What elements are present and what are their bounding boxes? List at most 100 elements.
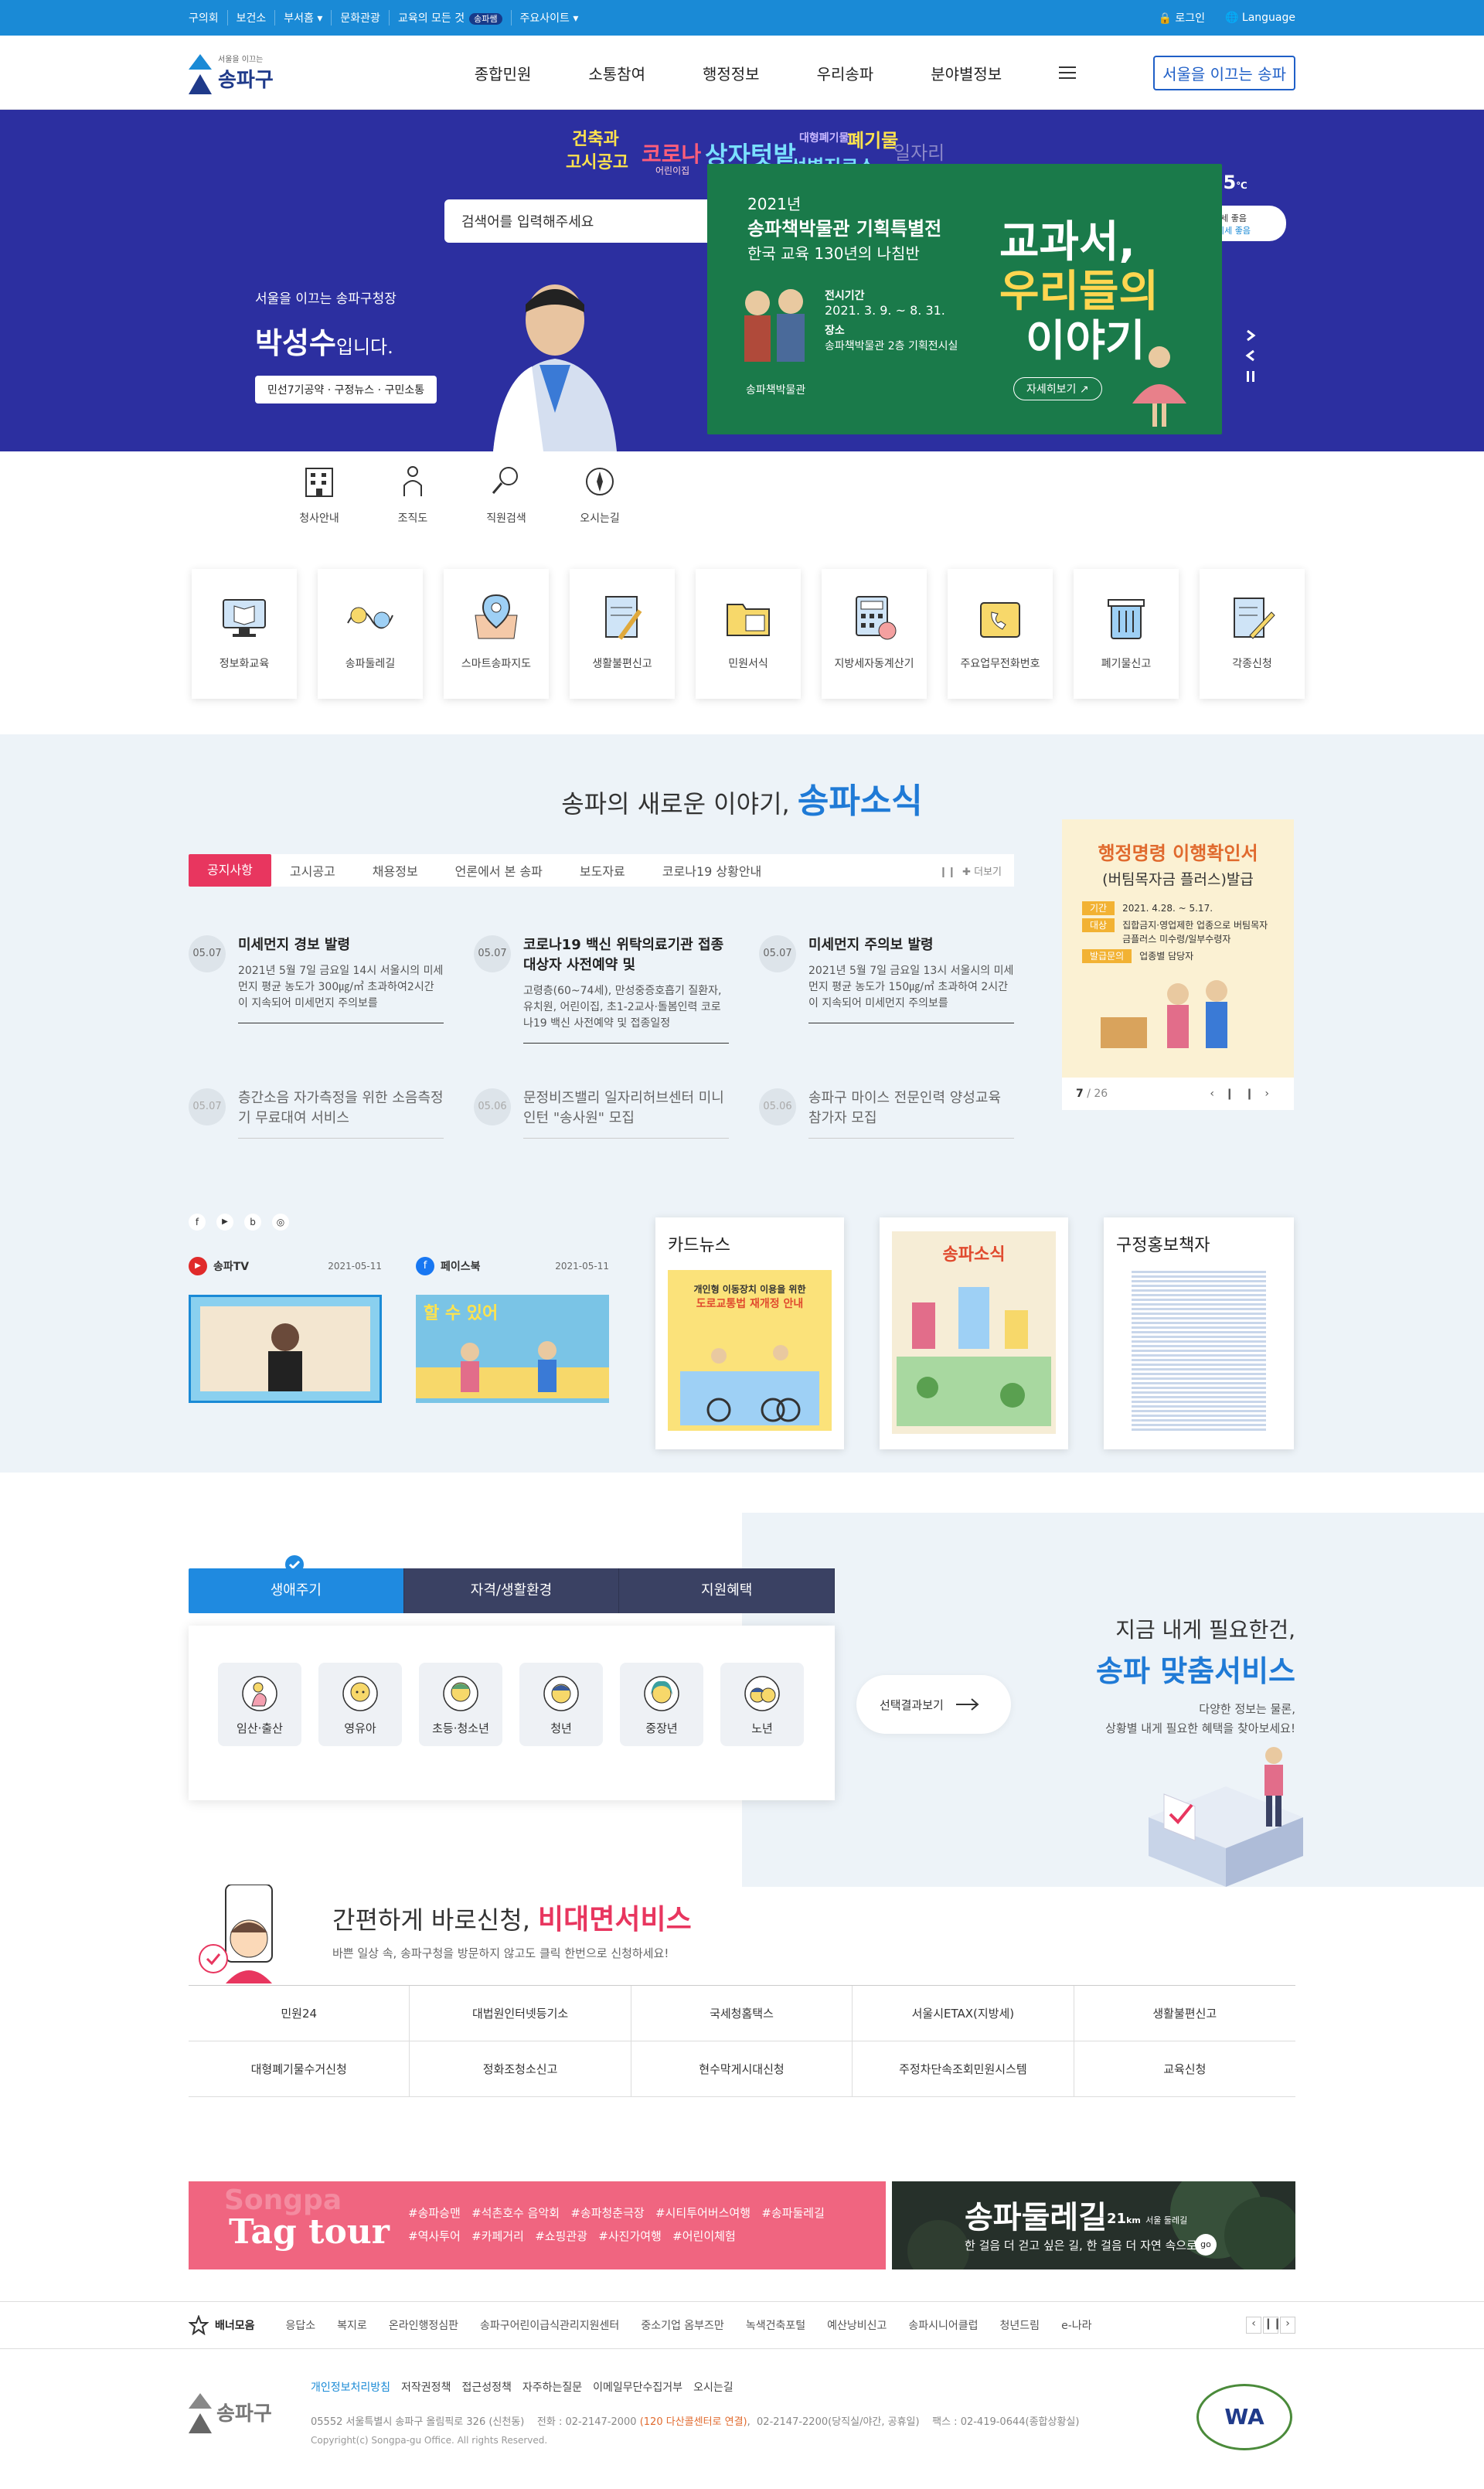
tag-item[interactable]: #석촌호수 음악회	[471, 2206, 560, 2220]
contactless-item[interactable]: 생활불편신고	[1074, 1986, 1295, 2041]
util-link-sites[interactable]: 주요사이트 ▾	[510, 10, 587, 26]
tab-press[interactable]: 언론에서 본 송파	[437, 861, 561, 880]
promo-pager-controls[interactable]: ‹❙❙›	[1210, 1088, 1280, 1100]
contactless-item[interactable]: 주정차단속조회민원시스템	[853, 2041, 1074, 2097]
tag-item[interactable]: #카페거리	[471, 2229, 524, 2243]
nav-item-songpa[interactable]: 우리송파	[817, 62, 874, 84]
banner-link[interactable]: 녹색건축포털	[746, 2317, 805, 2333]
mayor-link-news[interactable]: 구정뉴스	[335, 384, 375, 397]
keyword-2[interactable]: 고시공고	[566, 148, 628, 173]
nav-item-admin[interactable]: 행정정보	[703, 62, 760, 84]
dulle-go-button[interactable]: go	[1195, 2234, 1217, 2256]
site-logo[interactable]: 서울을 이끄는 송파구	[189, 51, 274, 94]
banner-link[interactable]: 중소기업 옴부즈만	[641, 2317, 724, 2333]
keyword-9[interactable]: 일자리	[893, 138, 945, 165]
news-item[interactable]: 05.07 층간소음 자가측정을 위한 소음측정기 무료대여 서비스	[189, 1088, 444, 1139]
util-link-culture[interactable]: 문화관광	[331, 10, 389, 26]
banner-link[interactable]: 온라인행정심판	[389, 2317, 458, 2333]
banner-link[interactable]: 예산낭비신고	[827, 2317, 887, 2333]
tag-item[interactable]: #어린이체험	[672, 2229, 736, 2243]
banner-link[interactable]: 복지로	[337, 2317, 367, 2333]
life-senior[interactable]: 노년	[720, 1663, 804, 1746]
footer-link[interactable]: 오시는길	[693, 2379, 733, 2395]
nav-item-field[interactable]: 분야별정보	[931, 62, 1002, 84]
footer-link-privacy[interactable]: 개인정보처리방침	[311, 2379, 390, 2395]
youtube-icon[interactable]: ▶	[216, 1214, 233, 1231]
contactless-item[interactable]: 정화조청소신고	[410, 2041, 631, 2097]
svc-complaint[interactable]: 생활불편신고	[570, 569, 675, 699]
svc-waste[interactable]: 폐기물신고	[1074, 569, 1179, 699]
login-link[interactable]: 🔒 로그인	[1158, 10, 1205, 26]
promo-book[interactable]: 구정홍보책자	[1104, 1217, 1294, 1449]
tab-public[interactable]: 고시공고	[271, 861, 354, 880]
svc-it-edu[interactable]: 정보화교육	[192, 569, 297, 699]
contactless-item[interactable]: 국세청홈택스	[631, 1986, 853, 2041]
tag-item[interactable]: #송파둘레길	[761, 2206, 825, 2220]
footer-link[interactable]: 이메일무단수집거부	[593, 2379, 682, 2395]
banner-next-button[interactable]: ›	[1280, 2317, 1295, 2334]
svc-apply[interactable]: 각종신청	[1200, 569, 1305, 699]
language-link[interactable]: 🌐 Language	[1225, 12, 1295, 24]
tab-covid[interactable]: 코로나19 상황안내	[644, 861, 781, 880]
tab-jobs[interactable]: 채용정보	[354, 861, 437, 880]
news-item[interactable]: 05.07 미세먼지 경보 발령 2021년 5월 7일 금요일 14시 서울시…	[189, 935, 444, 1023]
footer-link[interactable]: 자주하는질문	[522, 2379, 582, 2395]
quick-directions[interactable]: 오시는길	[561, 464, 638, 526]
tag-item[interactable]: #송파청춘극장	[570, 2206, 644, 2220]
contactless-item[interactable]: 대법원인터넷등기소	[410, 1986, 631, 2041]
tab-release[interactable]: 보도자료	[561, 861, 644, 880]
nav-item-participation[interactable]: 소통참여	[588, 62, 645, 84]
banner-prev-button[interactable]: ‹	[1246, 2317, 1261, 2334]
tag-item[interactable]: #사진가여행	[598, 2229, 662, 2243]
life-young-adult[interactable]: 청년	[519, 1663, 603, 1746]
mayor-link-pledge[interactable]: 민선7기공약	[267, 384, 324, 397]
life-middle-age[interactable]: 중장년	[620, 1663, 703, 1746]
quick-org[interactable]: 조직도	[374, 464, 451, 526]
blog-icon[interactable]: b	[244, 1214, 261, 1231]
tab-qualification[interactable]: 자격/생활환경	[403, 1568, 620, 1613]
life-youth[interactable]: 초등·청소년	[419, 1663, 502, 1746]
dulle-banner[interactable]: 송파둘레길 21km 서울 둘레길 한 걸음 더 걷고 싶은 길, 한 걸음 더…	[892, 2181, 1295, 2269]
util-link-edu[interactable]: 교육의 모든 것 송파쌤	[388, 10, 511, 26]
menu-icon[interactable]	[1059, 66, 1077, 80]
banner-pause-button[interactable]: ❙❙	[1263, 2317, 1281, 2334]
quick-staff[interactable]: 직원검색	[468, 464, 545, 526]
svc-dulle[interactable]: 송파둘레길	[318, 569, 423, 699]
util-link-dept[interactable]: 부서홈 ▾	[274, 10, 331, 26]
keyword-1[interactable]: 건축과	[572, 125, 619, 150]
contactless-item[interactable]: 서울시ETAX(지방세)	[853, 1986, 1074, 2041]
life-infant[interactable]: 영유아	[318, 1663, 402, 1746]
mayor-link-talk[interactable]: 구민소통	[385, 384, 425, 397]
svc-tax-calc[interactable]: 지방세자동계산기	[822, 569, 927, 699]
util-link-council[interactable]: 구의회	[189, 10, 227, 26]
quick-building[interactable]: 청사안내	[281, 464, 358, 526]
svc-phone[interactable]: 주요업무전화번호	[948, 569, 1053, 699]
news-item[interactable]: 05.07 미세먼지 주의보 발령 2021년 5월 7일 금요일 13시 서울…	[759, 935, 1014, 1023]
facebook-thumbnail[interactable]: 할 수 있어	[416, 1295, 609, 1403]
svc-smart-map[interactable]: 스마트송파지도	[444, 569, 549, 699]
util-link-health[interactable]: 보건소	[226, 10, 275, 26]
facebook-icon[interactable]: f	[189, 1214, 206, 1231]
tag-item[interactable]: #쇼핑관광	[535, 2229, 587, 2243]
tab-benefits[interactable]: 지원혜택	[619, 1568, 836, 1613]
footer-link[interactable]: 저작권정책	[401, 2379, 451, 2395]
life-pregnancy[interactable]: 임산·출산	[218, 1663, 301, 1746]
keyword-6[interactable]: 대형폐기물	[799, 130, 849, 145]
news-item[interactable]: 05.06 송파구 마이스 전문인력 양성교육 참가자 모집	[759, 1088, 1014, 1139]
banner-more-button[interactable]: 자세히보기 ↗	[1013, 377, 1102, 400]
banner-link[interactable]: 송파구어린이급식관리지원센터	[480, 2317, 619, 2333]
songpa-news-magazine[interactable]: 송파소식	[880, 1217, 1068, 1449]
tag-tour-banner[interactable]: Songpa Tag tour #송파승맨 #석촌호수 음악회 #송파청춘극장 …	[189, 2181, 886, 2269]
tab-notice[interactable]: 공지사항	[189, 854, 271, 887]
banner-link[interactable]: 응답소	[286, 2317, 316, 2333]
carousel-controls[interactable]	[1244, 328, 1258, 390]
contactless-item[interactable]: 교육신청	[1074, 2041, 1295, 2097]
tag-item[interactable]: #역사투어	[408, 2229, 461, 2243]
nav-item-minwon[interactable]: 종합민원	[475, 62, 532, 84]
card-news[interactable]: 카드뉴스 개인형 이동장치 이용을 위한 도로교통법 재개정 안내	[655, 1217, 844, 1449]
promo-banner[interactable]: 행정명령 이행확인서 (버팀목자금 플러스)발급 기간 2021. 4.28. ~…	[1062, 819, 1294, 1110]
tag-item[interactable]: #시티투어버스여행	[655, 2206, 751, 2220]
exhibition-banner[interactable]: 2021년 송파책박물관 기획특별전 한국 교육 130년의 나침반 교과서, …	[707, 164, 1222, 434]
banner-link[interactable]: 청년드림	[1000, 2317, 1040, 2333]
result-button[interactable]: 선택결과보기	[856, 1675, 1011, 1734]
